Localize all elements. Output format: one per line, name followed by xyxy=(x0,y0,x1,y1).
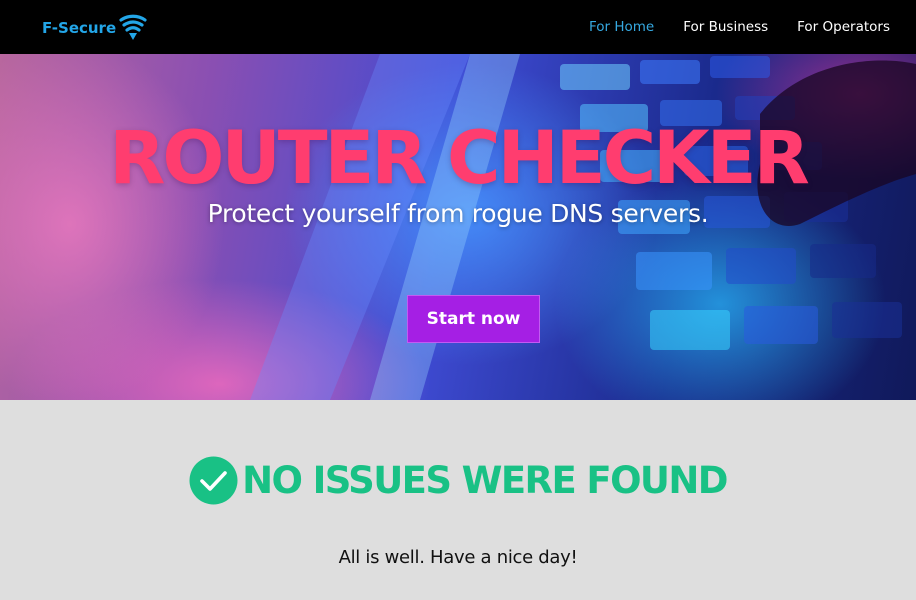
result-message: All is well. Have a nice day! xyxy=(338,547,578,568)
wifi-shield-icon xyxy=(119,14,147,40)
check-circle-icon xyxy=(189,456,238,505)
hero-subtitle: Protect yourself from rogue DNS servers. xyxy=(207,199,709,228)
nav-for-business[interactable]: For Business xyxy=(683,19,768,35)
hero-banner: ROUTER CHECKER Protect yourself from rog… xyxy=(0,54,916,400)
result-heading: NO ISSUES WERE FOUND xyxy=(0,456,916,505)
result-title: NO ISSUES WERE FOUND xyxy=(242,459,728,502)
main-nav: For Home For Business For Operators xyxy=(560,0,890,54)
start-now-button[interactable]: Start now xyxy=(407,295,540,343)
top-navigation-bar: F-Secure For Home For Business For Opera… xyxy=(0,0,916,54)
hero-title: ROUTER CHECKER xyxy=(109,116,810,201)
f-secure-logo[interactable]: F-Secure xyxy=(42,14,148,42)
nav-for-home[interactable]: For Home xyxy=(589,19,654,35)
result-section: NO ISSUES WERE FOUND All is well. Have a… xyxy=(0,400,916,600)
nav-for-operators[interactable]: For Operators xyxy=(797,19,890,35)
logo-text: F-Secure xyxy=(42,19,117,37)
